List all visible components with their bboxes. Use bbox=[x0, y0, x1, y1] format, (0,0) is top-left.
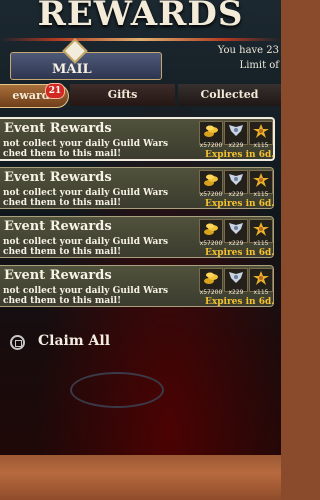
gold-star-badge-icon bbox=[253, 124, 269, 138]
background-ring bbox=[70, 372, 164, 408]
expiry-text: Expires in 6d. bbox=[205, 150, 275, 160]
reward-quantity: x57200 bbox=[199, 142, 223, 149]
page-title: REWARDS bbox=[37, 0, 244, 34]
reward-slot: x115 bbox=[249, 268, 273, 296]
mail-item-description: not collect your daily Guild Wars ched t… bbox=[3, 286, 168, 306]
reward-quantity: x57200 bbox=[199, 191, 223, 198]
mail-item-title: Event Rewards bbox=[4, 170, 112, 185]
claim-all-label: Claim All bbox=[38, 333, 111, 349]
expiry-text: Expires in 6d. bbox=[205, 248, 275, 258]
mail-count-text: You have 23 bbox=[217, 45, 279, 56]
expiry-text: Expires in 6d. bbox=[205, 199, 275, 209]
tab-collected[interactable]: Collected bbox=[178, 84, 281, 106]
mail-item-description-line: not collect your daily Guild Wars bbox=[3, 188, 169, 198]
tab-gifts[interactable]: Gifts bbox=[70, 84, 175, 106]
gold-coins-icon bbox=[204, 223, 218, 235]
mail-item-description-line: ched them to this mail! bbox=[3, 149, 122, 159]
claim-all-button[interactable]: Claim All bbox=[10, 333, 120, 354]
mail-limit-text: Limit of bbox=[239, 60, 279, 71]
reward-quantity: x57200 bbox=[199, 240, 223, 247]
reward-quantity: x115 bbox=[253, 289, 269, 296]
silver-wings-icon bbox=[229, 125, 243, 136]
reward-slot: x229 bbox=[224, 268, 248, 296]
reward-slot: x57200 bbox=[199, 219, 223, 247]
mail-item[interactable]: Event Rewards not collect your daily Gui… bbox=[0, 117, 275, 161]
reward-icons: x57200 x229 x115 bbox=[199, 268, 273, 296]
mail-item-description: not collect your daily Guild Wars ched t… bbox=[3, 188, 168, 208]
gold-coins-icon bbox=[204, 174, 218, 186]
gold-coins-icon bbox=[204, 125, 218, 137]
silver-wings-icon bbox=[229, 272, 243, 283]
mail-item-description-line: not collect your daily Guild Wars bbox=[3, 237, 169, 247]
mail-item[interactable]: Event Rewards not collect your daily Gui… bbox=[0, 265, 274, 307]
mail-item-description-line: ched them to this mail! bbox=[3, 296, 122, 306]
square-button-icon bbox=[10, 335, 25, 350]
expiry-text: Expires in 6d. bbox=[205, 297, 275, 307]
mail-item[interactable]: Event Rewards not collect your daily Gui… bbox=[0, 216, 274, 258]
reward-icons: x57200 x229 x115 bbox=[199, 170, 273, 198]
reward-slot: x57200 bbox=[199, 121, 223, 149]
reward-quantity: x115 bbox=[253, 191, 269, 198]
reward-icons: x57200 x229 x115 bbox=[199, 219, 273, 247]
reward-quantity: x57200 bbox=[199, 289, 223, 296]
mail-item-title: Event Rewards bbox=[4, 121, 112, 136]
reward-slot: x115 bbox=[249, 170, 273, 198]
reward-slot: x57200 bbox=[199, 170, 223, 198]
game-screen: REWARDS MAIL You have 23 Limit of ewards… bbox=[0, 0, 281, 455]
rewards-count-badge: 21 bbox=[45, 83, 65, 99]
reward-quantity: x229 bbox=[228, 289, 244, 296]
tab-rewards[interactable]: ewards 21 bbox=[0, 83, 69, 108]
reward-quantity: x115 bbox=[253, 142, 269, 149]
mail-item[interactable]: Event Rewards not collect your daily Gui… bbox=[0, 167, 274, 209]
reward-quantity: x229 bbox=[228, 142, 244, 149]
gold-star-badge-icon bbox=[253, 271, 269, 285]
mail-tabs: ewards 21 Gifts Collected bbox=[0, 83, 281, 108]
gold-star-badge-icon bbox=[253, 173, 269, 187]
reward-slot: x115 bbox=[249, 121, 273, 149]
mail-item-description-line: not collect your daily Guild Wars bbox=[3, 286, 169, 296]
reward-quantity: x115 bbox=[253, 240, 269, 247]
reward-slot: x229 bbox=[224, 170, 248, 198]
desk-surface bbox=[0, 455, 281, 500]
mail-item-description: not collect your daily Guild Wars ched t… bbox=[3, 139, 168, 159]
mail-item-title: Event Rewards bbox=[4, 219, 112, 234]
mail-item-description-line: ched them to this mail! bbox=[3, 247, 122, 257]
reward-slot: x115 bbox=[249, 219, 273, 247]
mail-item-description: not collect your daily Guild Wars ched t… bbox=[3, 237, 168, 257]
gold-star-badge-icon bbox=[253, 222, 269, 236]
mail-label: MAIL bbox=[52, 62, 92, 77]
mail-item-description-line: ched them to this mail! bbox=[3, 198, 122, 208]
reward-slot: x57200 bbox=[199, 268, 223, 296]
mail-item-title: Event Rewards bbox=[4, 268, 112, 283]
reward-icons: x57200 x229 x115 bbox=[199, 121, 273, 149]
reward-quantity: x229 bbox=[228, 240, 244, 247]
title-divider bbox=[0, 38, 281, 41]
silver-wings-icon bbox=[229, 223, 243, 234]
gold-coins-icon bbox=[204, 272, 218, 284]
reward-slot: x229 bbox=[224, 219, 248, 247]
reward-slot: x229 bbox=[224, 121, 248, 149]
silver-wings-icon bbox=[229, 174, 243, 185]
reward-quantity: x229 bbox=[228, 191, 244, 198]
mail-item-description-line: not collect your daily Guild Wars bbox=[3, 139, 169, 149]
